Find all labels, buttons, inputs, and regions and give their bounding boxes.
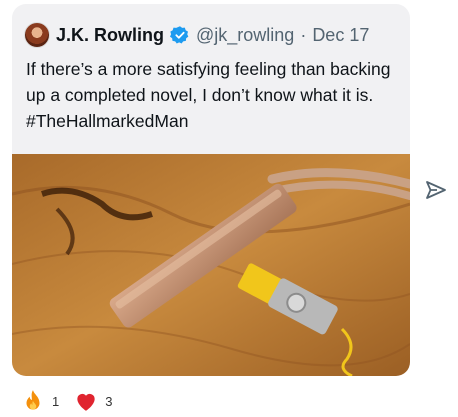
fire-icon xyxy=(26,390,40,410)
verified-badge-icon xyxy=(170,26,189,44)
separator-dot: · xyxy=(300,24,307,45)
tweet-text: If there’s a more satisfying feeling tha… xyxy=(26,59,391,131)
tweet-card[interactable]: J.K. Rowling @jk_rowling · Dec 17 If the… xyxy=(12,4,410,376)
author-handle[interactable]: @jk_rowling xyxy=(196,25,294,46)
heart-count: 3 xyxy=(105,393,113,409)
reactions-bar: 1 3 xyxy=(20,388,126,414)
reaction-fire[interactable]: 1 xyxy=(20,388,59,414)
author-name[interactable]: J.K. Rowling xyxy=(56,25,164,46)
tweet-header: J.K. Rowling @jk_rowling · Dec 17 xyxy=(24,22,369,48)
reaction-heart[interactable]: 3 xyxy=(73,388,112,414)
tweet-photo[interactable] xyxy=(12,154,410,376)
heart-icon xyxy=(77,393,95,411)
fire-count: 1 xyxy=(52,393,60,409)
author-avatar[interactable] xyxy=(24,22,50,48)
tweet-date[interactable]: Dec 17 xyxy=(312,25,369,46)
send-icon[interactable] xyxy=(424,178,448,202)
